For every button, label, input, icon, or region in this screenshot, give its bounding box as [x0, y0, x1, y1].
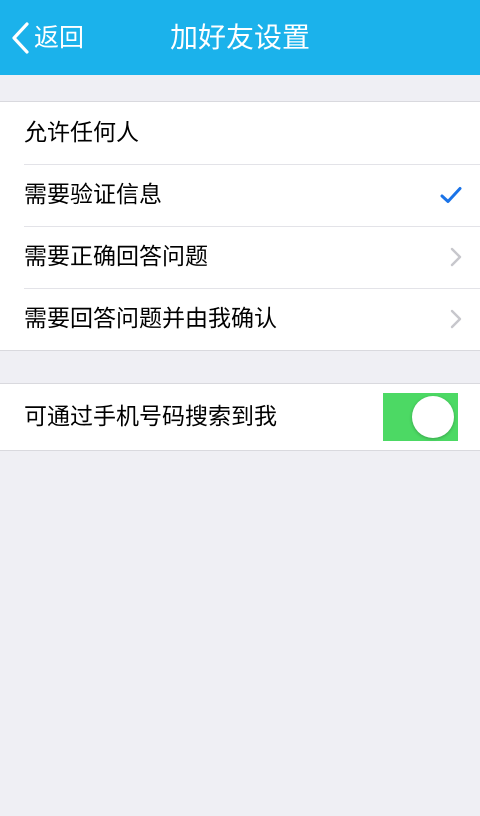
phone-search-toggle[interactable] — [383, 393, 458, 441]
phone-search-toggle-wrap — [383, 384, 458, 450]
phone-search-group: 可通过手机号码搜索到我 — [0, 383, 480, 451]
toggle-knob[interactable] — [412, 396, 454, 438]
option-label: 需要验证信息 — [24, 182, 162, 208]
phone-search-label: 可通过手机号码搜索到我 — [24, 404, 277, 430]
option-label: 需要回答问题并由我确认 — [24, 306, 277, 332]
verification-options-group: 允许任何人 需要验证信息 需要正确回答问题 需要回答问题并由我确认 — [0, 101, 480, 351]
option-require-correct-answer[interactable]: 需要正确回答问题 — [0, 226, 480, 288]
navigation-bar: 返回 加好友设置 — [0, 0, 480, 75]
option-require-verification[interactable]: 需要验证信息 — [0, 164, 480, 226]
option-allow-anyone[interactable]: 允许任何人 — [0, 102, 480, 164]
phone-search-row: 可通过手机号码搜索到我 — [0, 384, 480, 450]
option-label: 需要正确回答问题 — [24, 244, 208, 270]
option-label: 允许任何人 — [24, 120, 139, 146]
chevron-right-icon — [450, 226, 462, 288]
option-answer-and-confirm[interactable]: 需要回答问题并由我确认 — [0, 288, 480, 350]
chevron-right-icon — [450, 288, 462, 350]
checkmark-icon — [440, 164, 462, 226]
page-title: 加好友设置 — [169, 21, 310, 54]
